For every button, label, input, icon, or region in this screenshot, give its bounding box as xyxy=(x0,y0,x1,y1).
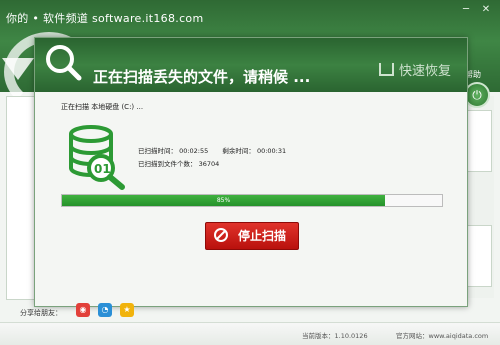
files-value: 36704 xyxy=(198,160,220,168)
files-row: 已扫描到文件个数： 36704 xyxy=(138,158,219,168)
database-scan-icon: 01 xyxy=(69,125,125,190)
remaining-value: 00:00:31 xyxy=(256,147,287,155)
website-link[interactable]: 官方网站：www.aiqidata.com xyxy=(396,330,488,340)
watermark-text: 你的 • 软件频道 software.it168.com xyxy=(6,12,204,25)
dialog-header: 正在扫描丢失的文件，请稍候 ... 快速恢复 xyxy=(35,38,467,92)
stop-scan-button[interactable]: 停止扫描 xyxy=(205,222,299,250)
left-panel xyxy=(6,96,37,300)
scan-status: 正在扫描 本地硬盘 (C:) ... xyxy=(61,103,144,111)
magnifier-icon xyxy=(46,45,82,81)
stop-icon xyxy=(214,228,228,242)
scan-progress-bar: 85% xyxy=(61,194,443,207)
brand-label: 快速恢复 xyxy=(378,60,451,79)
restore-arrow-head-icon xyxy=(2,58,34,80)
elapsed-row: 已扫描时间： 00:02:55 剩余时间： 00:00:31 xyxy=(138,145,286,155)
svg-text:01: 01 xyxy=(94,162,111,176)
elapsed-value: 00:02:55 xyxy=(179,147,209,155)
share-label: 分享给朋友： xyxy=(20,309,62,317)
qq-icon[interactable]: ◔ xyxy=(98,303,112,317)
version-text: 当前版本：1.10.0126 xyxy=(302,332,368,340)
status-bar: 当前版本：1.10.0126 官方网站：www.aiqidata.com xyxy=(0,322,500,345)
minimize-icon[interactable]: ─ xyxy=(460,5,472,15)
brand-icon xyxy=(378,63,394,76)
stop-scan-label: 停止扫描 xyxy=(238,229,287,243)
progress-percent: 85% xyxy=(216,197,231,204)
close-icon[interactable]: ✕ xyxy=(480,5,492,15)
remaining-label: 剩余时间： xyxy=(222,147,255,155)
files-label: 已扫描到文件个数： xyxy=(138,160,197,168)
right-card xyxy=(466,110,492,172)
right-card xyxy=(466,225,492,287)
weibo-icon[interactable]: ◉ xyxy=(76,303,90,317)
scan-dialog: 正在扫描丢失的文件，请稍候 ... 快速恢复 正在扫描 本地硬盘 (C:) ..… xyxy=(34,37,468,307)
dialog-title: 正在扫描丢失的文件，请稍候 ... xyxy=(93,68,311,86)
qzone-icon[interactable]: ★ xyxy=(120,303,134,317)
elapsed-label: 已扫描时间： xyxy=(138,147,177,155)
